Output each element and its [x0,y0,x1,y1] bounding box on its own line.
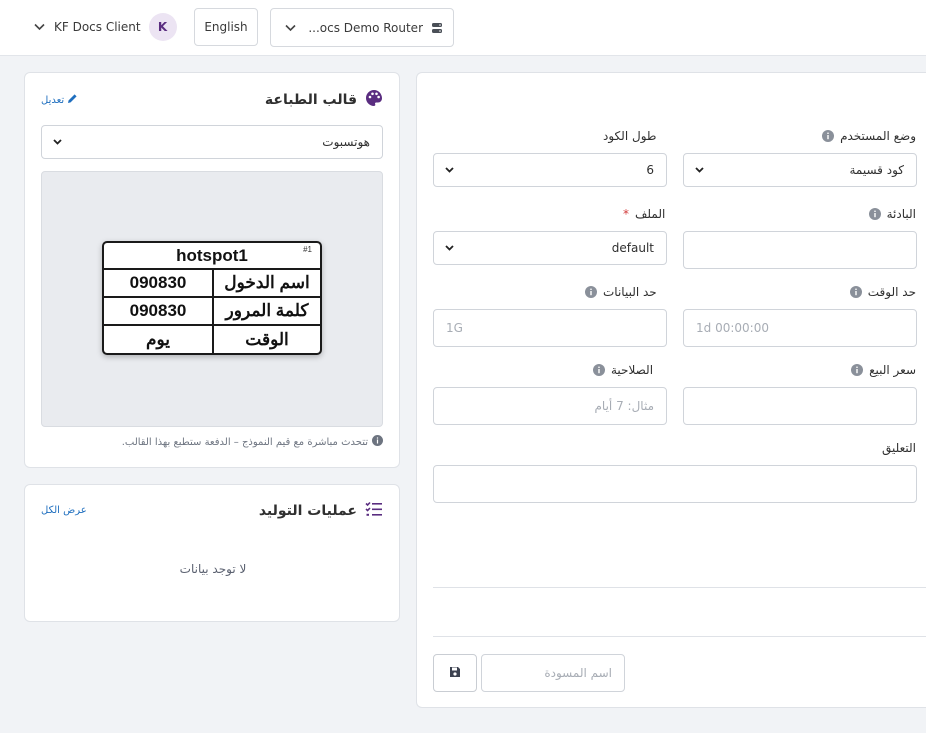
ticket-title: hotspot1 [176,246,248,265]
sale-price-label-text: سعر البيع [869,363,916,377]
info-icon[interactable] [849,286,862,298]
info-icon[interactable] [585,286,597,298]
template-select[interactable]: هوتسبوت [41,125,383,159]
client-name: KF Docs Client [54,20,141,34]
code-length-value: 6 [646,163,654,177]
user-mode-label: وضع المستخدم [822,129,916,143]
user-mode-label-text: وضع المستخدم [840,129,916,143]
client-switcher[interactable]: KF Docs Client K [32,11,177,43]
chevron-down-icon [283,21,297,35]
template-select-value: هوتسبوت [322,135,370,149]
hint-text: تتحدث مباشرة مع قيم النموذج – الدفعة ستط… [121,436,368,448]
save-draft-button[interactable] [433,654,477,692]
info-icon [372,435,383,449]
sale-price-input[interactable] [683,387,917,425]
user-mode-select[interactable]: كود قسيمة [683,153,917,187]
chevron-down-icon [442,163,456,177]
language-button[interactable]: English [194,8,258,46]
pencil-icon [67,93,78,107]
profile-label: الملف * [623,207,665,221]
ticket-value: 090830 [104,270,214,296]
ticket-row: 090830 اسم الدخول [104,270,320,298]
info-icon[interactable] [851,364,864,376]
time-limit-label: حد الوقت [849,285,916,299]
chevron-down-icon [50,135,64,149]
view-all-link[interactable]: عرض الكل [41,505,87,516]
chevron-down-icon [442,241,456,255]
template-hint: تتحدث مباشرة مع قيم النموذج – الدفعة ستط… [122,435,383,449]
prefix-label-text: البادئة [886,207,916,221]
ticket-value: 090830 [104,298,214,324]
operations-card-title: عمليات التوليد [258,503,357,519]
ticket-label: الوقت [245,330,289,349]
data-limit-input[interactable]: 1G [433,309,667,347]
divider [433,636,926,637]
comment-input[interactable] [433,465,917,503]
sale-price-label: سعر البيع [851,363,916,377]
palette-icon [365,89,383,111]
prefix-label: البادئة [868,207,916,221]
edit-template-link[interactable]: تعديل [41,93,78,107]
required-mark: * [623,207,629,221]
chevron-down-icon [692,163,706,177]
validity-label-text: الصلاحية [611,363,654,377]
code-length-label: طول الكود [603,129,657,143]
print-template-card: قالب الطباعة تعديل هوتسبوت hotspot1 #1 0… [24,72,400,468]
ticket-preview: hotspot1 #1 090830 اسم الدخول 090830 كلم… [41,171,383,427]
list-check-icon [365,501,383,521]
generation-operations-card: عمليات التوليد عرض الكل لا توجد بيانات [24,484,400,622]
data-limit-label-text: حد البيانات [603,285,657,299]
divider [433,587,926,588]
time-limit-label-text: حد الوقت [867,285,916,299]
ticket-value: يوم [104,326,214,353]
info-icon[interactable] [593,364,605,376]
edit-label: تعديل [41,94,65,106]
draft-name-input[interactable]: اسم المسودة [481,654,625,692]
comment-label: التعليق [881,441,916,455]
ticket-label: كلمة المرور [225,301,309,320]
empty-state: لا توجد بيانات [179,562,247,576]
user-mode-value: كود قسيمة [849,163,904,177]
validity-input[interactable]: مثال: 7 أيام [433,387,667,425]
ticket-row: 090830 كلمة المرور [104,298,320,326]
profile-select[interactable]: default [433,231,667,265]
ticket-label: اسم الدخول [224,273,310,292]
operations-card-header: عمليات التوليد [259,501,383,521]
time-limit-input[interactable]: 1d 00:00:00 [683,309,917,347]
info-icon[interactable] [822,130,835,142]
router-name: ...ocs Demo Router [308,20,423,35]
profile-value: default [611,241,654,255]
top-bar: KF Docs Client K English ...ocs Demo Rou… [0,0,926,56]
code-length-select[interactable]: 6 [433,153,667,187]
voucher-form-card: وضع المستخدم طول الكود كود قسيمة 6 الباد… [416,72,926,708]
avatar: K [148,13,177,41]
server-icon [431,22,443,34]
voucher-ticket: hotspot1 #1 090830 اسم الدخول 090830 كلم… [102,241,322,355]
profile-label-text: الملف [635,207,666,221]
validity-label: الصلاحية [593,363,653,377]
chevron-down-icon [32,20,46,34]
ticket-number: #1 [303,245,312,254]
prefix-input[interactable] [683,231,917,269]
template-card-title: قالب الطباعة [264,92,357,108]
info-icon[interactable] [868,208,881,220]
router-selector[interactable]: ...ocs Demo Router [270,8,454,47]
data-limit-label: حد البيانات [585,285,657,299]
ticket-header: hotspot1 #1 [104,243,320,270]
ticket-row: يوم الوقت [104,326,320,353]
save-icon [449,666,461,681]
template-card-header: قالب الطباعة [265,89,383,111]
